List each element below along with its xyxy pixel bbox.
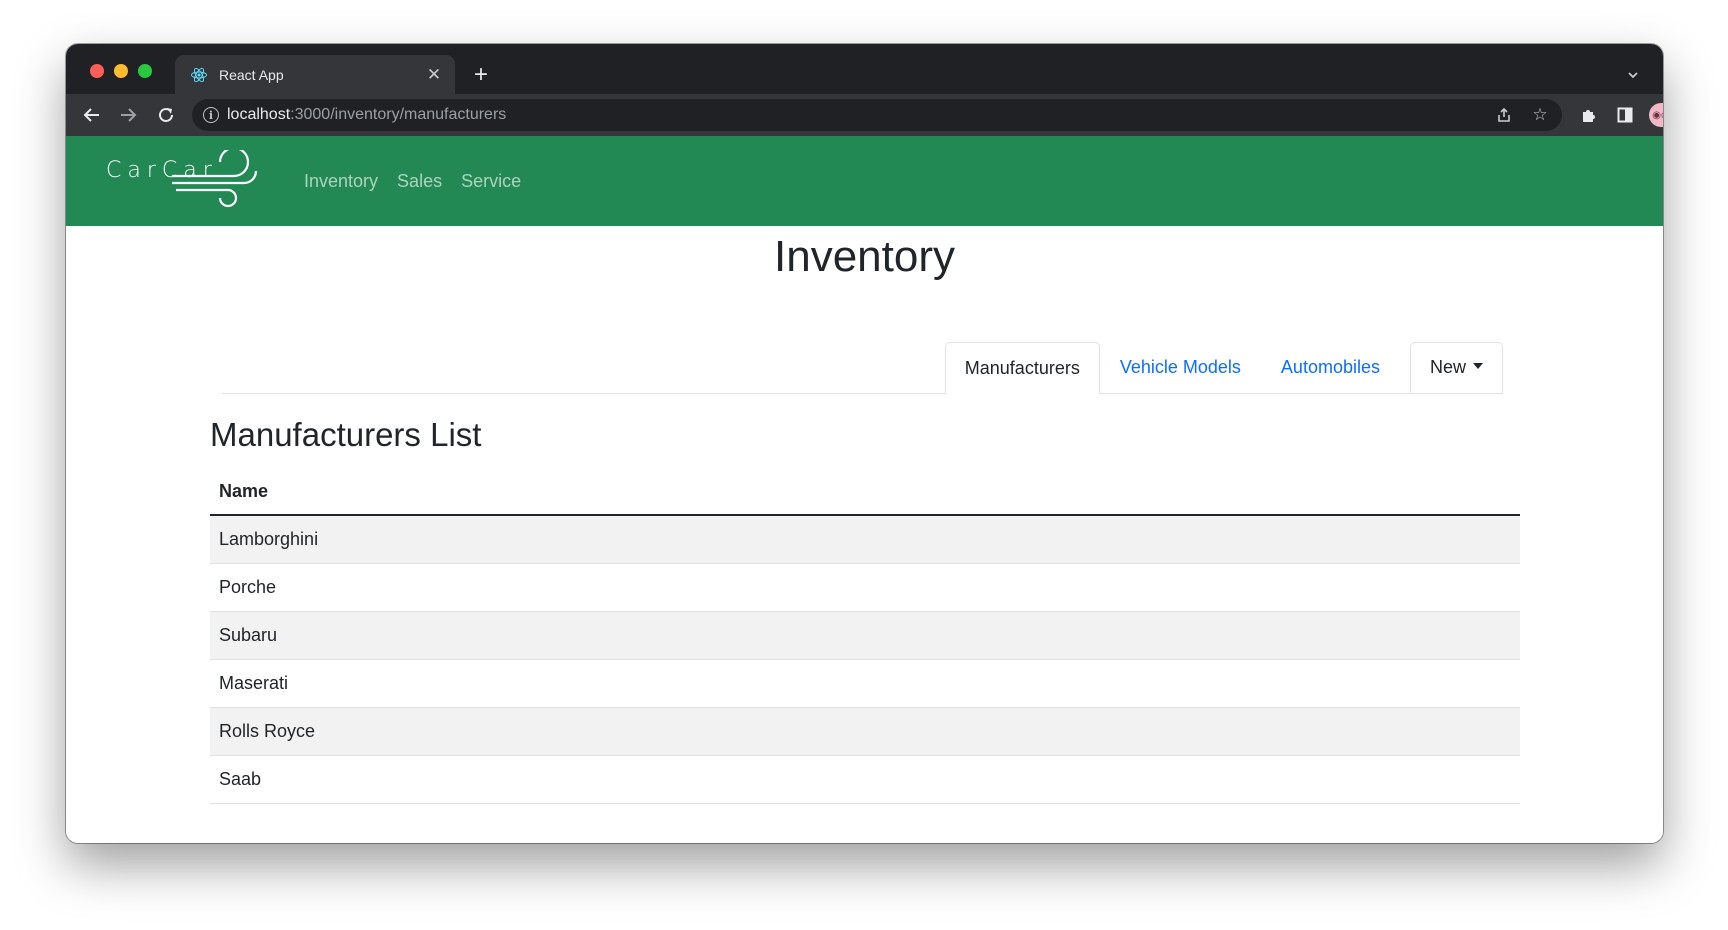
browser-tab[interactable]: React App ✕ xyxy=(175,55,455,94)
primary-nav: Inventory Sales Service xyxy=(304,136,540,226)
new-dropdown-toggle[interactable]: New xyxy=(1409,342,1503,393)
plus-icon[interactable]: + xyxy=(467,61,495,89)
nav-link-service[interactable]: Service xyxy=(461,171,521,192)
close-icon[interactable]: ✕ xyxy=(425,65,443,84)
table-cell: Maserati xyxy=(210,659,1520,708)
table-row: Rolls Royce xyxy=(210,707,1520,756)
table-row: Maserati xyxy=(210,659,1520,708)
web-page: CarCar Inventory Sales Service Inventory… xyxy=(66,136,1663,843)
manufacturers-table: Name Lamborghini Porche Subaru Maserati … xyxy=(210,468,1520,804)
back-arrow-icon[interactable] xyxy=(78,101,106,129)
minimize-window-button[interactable] xyxy=(114,64,128,78)
inventory-tabs: Manufacturers Vehicle Models Automobiles… xyxy=(222,341,1503,394)
page-title: Inventory xyxy=(774,232,955,281)
star-icon[interactable]: ☆ xyxy=(1526,101,1554,129)
tab-vehicle-models[interactable]: Vehicle Models xyxy=(1100,342,1261,392)
table-row: Porche xyxy=(210,563,1520,612)
close-window-button[interactable] xyxy=(90,64,104,78)
address-bar[interactable]: i localhost:3000/inventory/manufacturers… xyxy=(192,99,1562,131)
table-cell: Lamborghini xyxy=(210,515,1520,564)
browser-toolbar: i localhost:3000/inventory/manufacturers… xyxy=(66,94,1663,136)
new-dropdown-label: New xyxy=(1429,357,1466,377)
chevron-down-icon[interactable] xyxy=(1619,61,1647,89)
column-header-name: Name xyxy=(210,468,1520,516)
table-cell: Porche xyxy=(210,563,1520,612)
react-favicon-icon xyxy=(189,65,209,85)
sidebar-icon[interactable] xyxy=(1611,101,1639,129)
app-navbar: CarCar Inventory Sales Service xyxy=(66,136,1663,226)
nav-link-inventory[interactable]: Inventory xyxy=(304,171,378,192)
avatar[interactable]: ◉◉ xyxy=(1647,101,1663,129)
tab-title: React App xyxy=(219,66,284,83)
nav-link-sales[interactable]: Sales xyxy=(397,171,442,192)
title-bar: React App ✕ + xyxy=(66,44,1663,94)
table-header-row: Name xyxy=(210,468,1520,516)
share-icon[interactable] xyxy=(1490,101,1518,129)
brand-logo[interactable]: CarCar xyxy=(106,150,262,212)
browser-window: React App ✕ + i localhost:3000/inventory… xyxy=(66,44,1663,843)
section-title: Manufacturers List xyxy=(210,416,482,453)
table-row: Saab xyxy=(210,755,1520,804)
tab-automobiles[interactable]: Automobiles xyxy=(1261,342,1400,392)
table-cell: Rolls Royce xyxy=(210,707,1520,756)
table-row: Subaru xyxy=(210,611,1520,660)
wind-swoosh-icon xyxy=(172,150,258,208)
url-text: localhost:3000/inventory/manufacturers xyxy=(227,106,507,123)
table-cell: Subaru xyxy=(210,611,1520,660)
forward-arrow-icon[interactable] xyxy=(114,101,142,129)
tab-manufacturers[interactable]: Manufacturers xyxy=(944,342,1100,394)
reload-icon[interactable] xyxy=(152,101,180,129)
table-row: Lamborghini xyxy=(210,515,1520,564)
info-icon[interactable]: i xyxy=(203,107,219,123)
puzzle-icon[interactable] xyxy=(1575,101,1603,129)
table-cell: Saab xyxy=(210,755,1520,804)
caret-down-icon xyxy=(1473,362,1483,369)
maximize-window-button[interactable] xyxy=(138,64,152,78)
